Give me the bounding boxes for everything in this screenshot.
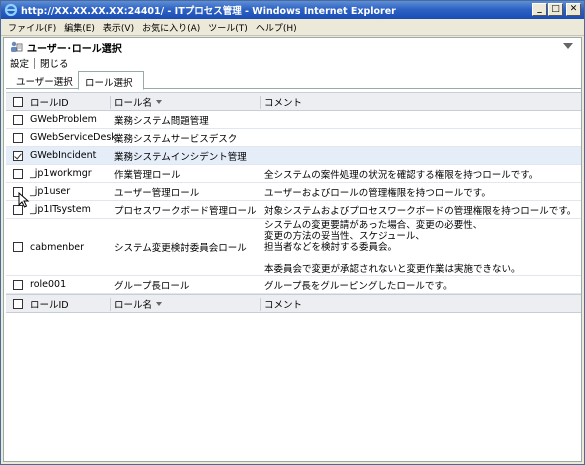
tab-user-select[interactable]: ユーザー選択 [10, 71, 76, 89]
role-comment: ユーザーおよびロールの管理権限を持つロールです。 [264, 187, 491, 199]
table-header: ロールID ロール名 コメント [6, 92, 581, 111]
role-id: _jp1ITsystem [30, 204, 91, 215]
table-row[interactable]: cabmenber システム変更検討委員会ロール システムの変更要請があった場合… [6, 219, 581, 276]
table-row[interactable]: _jp1user ユーザー管理ロール ユーザーおよびロールの管理権限を持つロール… [6, 183, 581, 201]
tab-role-select[interactable]: ロール選択 [78, 71, 144, 90]
row-checkbox-checked[interactable] [13, 150, 23, 161]
table-row[interactable]: _jp1ITsystem プロセスワークボード管理ロール 対象システムおよびプロ… [6, 201, 581, 219]
role-name: プロセスワークボード管理ロール [114, 205, 257, 217]
table-footer: ロールID ロール名 コメント [6, 294, 581, 313]
toolbar: 設定 閉じる [8, 56, 71, 70]
role-comment-line [264, 253, 579, 264]
role-comment: システムの変更要請があった場合、変更の必要性、 変更の方法の妥当性、スケジュール… [264, 220, 579, 275]
role-comment-line: 変更の方法の妥当性、スケジュール、 [264, 231, 425, 242]
menu-edit[interactable]: 編集(E) [60, 21, 99, 34]
column-divider [110, 96, 111, 109]
column-divider [260, 298, 261, 311]
menu-help[interactable]: ヘルプ(H) [252, 21, 301, 34]
browser-window: http://XX.XX.XX.XX:24401/ - ITプロセス管理 - W… [0, 0, 585, 465]
role-name: システム変更検討委員会ロール [114, 243, 247, 254]
row-checkbox[interactable] [13, 132, 23, 143]
mouse-cursor-icon [18, 191, 30, 208]
page-title: ユーザー･ロール選択 [27, 43, 122, 55]
role-comment [264, 111, 579, 128]
role-comment-line: 本委員会で変更が承認されないと変更作業は実施できない。 [264, 264, 521, 275]
role-name: グループ長ロール [114, 280, 190, 292]
column-header-role-name-label: ロール名 [114, 97, 153, 109]
select-all-checkbox[interactable] [13, 96, 23, 107]
close-window-button[interactable]: ✕ [566, 3, 581, 16]
window-title: http://XX.XX.XX.XX:24401/ - ITプロセス管理 - W… [21, 6, 396, 17]
role-table: ロールID ロール名 コメント GWebProblem 業務システム問題管理 G… [6, 92, 581, 313]
sort-down-icon [156, 99, 163, 104]
maximize-button[interactable]: □ [548, 3, 563, 16]
column-divider [260, 96, 261, 109]
column-header-role-id[interactable]: ロールID [30, 93, 110, 110]
sort-down-icon [156, 301, 163, 306]
settings-button[interactable]: 設定 [8, 56, 31, 70]
role-id: _jp1user [30, 186, 71, 197]
column-footer-comment[interactable]: コメント [264, 295, 579, 312]
role-name: 業務システムインシデント管理 [114, 151, 247, 163]
menu-favorites[interactable]: お気に入り(A) [138, 21, 204, 34]
table-row[interactable]: GWebServiceDesk 業務システムサービスデスク [6, 129, 581, 147]
user-role-icon [10, 41, 23, 53]
menu-tools[interactable]: ツール(T) [204, 21, 252, 34]
row-checkbox[interactable] [13, 114, 23, 125]
role-id: cabmenber [30, 241, 84, 253]
row-checkbox[interactable] [13, 168, 23, 179]
role-id: _jp1workmgr [30, 168, 92, 179]
page-content: ユーザー･ロール選択 設定 閉じる ユーザー選択 ロール選択 ロールID ロール… [3, 37, 582, 462]
role-comment: グループ長をグルーピングしたロールです。 [264, 280, 453, 292]
role-name: ユーザー管理ロール [114, 187, 200, 199]
collapse-arrow-icon[interactable] [563, 43, 573, 49]
table-row[interactable]: GWebProblem 業務システム問題管理 [6, 111, 581, 129]
role-id: GWebProblem [30, 114, 97, 125]
role-comment: 全システムの案件処理の状況を確認する権限を持つロールです。 [264, 169, 539, 181]
tab-bar: ユーザー選択 ロール選択 [6, 71, 581, 90]
column-header-comment[interactable]: コメント [264, 93, 579, 110]
column-divider [110, 298, 111, 311]
role-comment [264, 147, 579, 164]
column-footer-role-name-label: ロール名 [114, 299, 153, 311]
close-button[interactable]: 閉じる [38, 56, 71, 70]
column-footer-role-id[interactable]: ロールID [30, 295, 110, 312]
role-name: 業務システム問題管理 [114, 115, 209, 127]
toolbar-divider [34, 57, 36, 69]
page-header: ユーザー･ロール選択 [4, 38, 581, 56]
role-comment-line: 担当者などを検討する委員会。 [264, 242, 398, 253]
column-header-role-name[interactable]: ロール名 [114, 93, 262, 110]
role-comment [264, 129, 579, 146]
title-bar: http://XX.XX.XX.XX:24401/ - ITプロセス管理 - W… [1, 1, 584, 19]
table-row-selected[interactable]: GWebIncident 業務システムインシデント管理 [6, 147, 581, 165]
role-id: GWebServiceDesk [30, 132, 117, 143]
role-name: 作業管理ロール [114, 169, 181, 181]
ie-logo-icon [4, 3, 18, 17]
row-checkbox[interactable] [13, 242, 23, 252]
menu-bar: ファイル(F) 編集(E) 表示(V) お気に入り(A) ツール(T) ヘルプ(… [1, 19, 584, 36]
table-row[interactable]: _jp1workmgr 作業管理ロール 全システムの案件処理の状況を確認する権限… [6, 165, 581, 183]
role-comment: 対象システムおよびプロセスワークボードの管理権限を持つロールです。 [264, 205, 577, 217]
role-name: 業務システムサービスデスク [114, 133, 238, 145]
minimize-button[interactable]: _ [532, 3, 547, 16]
row-checkbox[interactable] [13, 279, 23, 290]
menu-view[interactable]: 表示(V) [99, 21, 138, 34]
role-comment-line: システムの変更要請があった場合、変更の必要性、 [264, 220, 483, 231]
select-all-checkbox-footer[interactable] [13, 298, 23, 309]
column-footer-role-name[interactable]: ロール名 [114, 295, 262, 312]
menu-file[interactable]: ファイル(F) [4, 21, 60, 34]
role-id: GWebIncident [30, 150, 97, 161]
role-id: role001 [30, 279, 67, 290]
table-row[interactable]: role001 グループ長ロール グループ長をグルーピングしたロールです。 [6, 276, 581, 294]
